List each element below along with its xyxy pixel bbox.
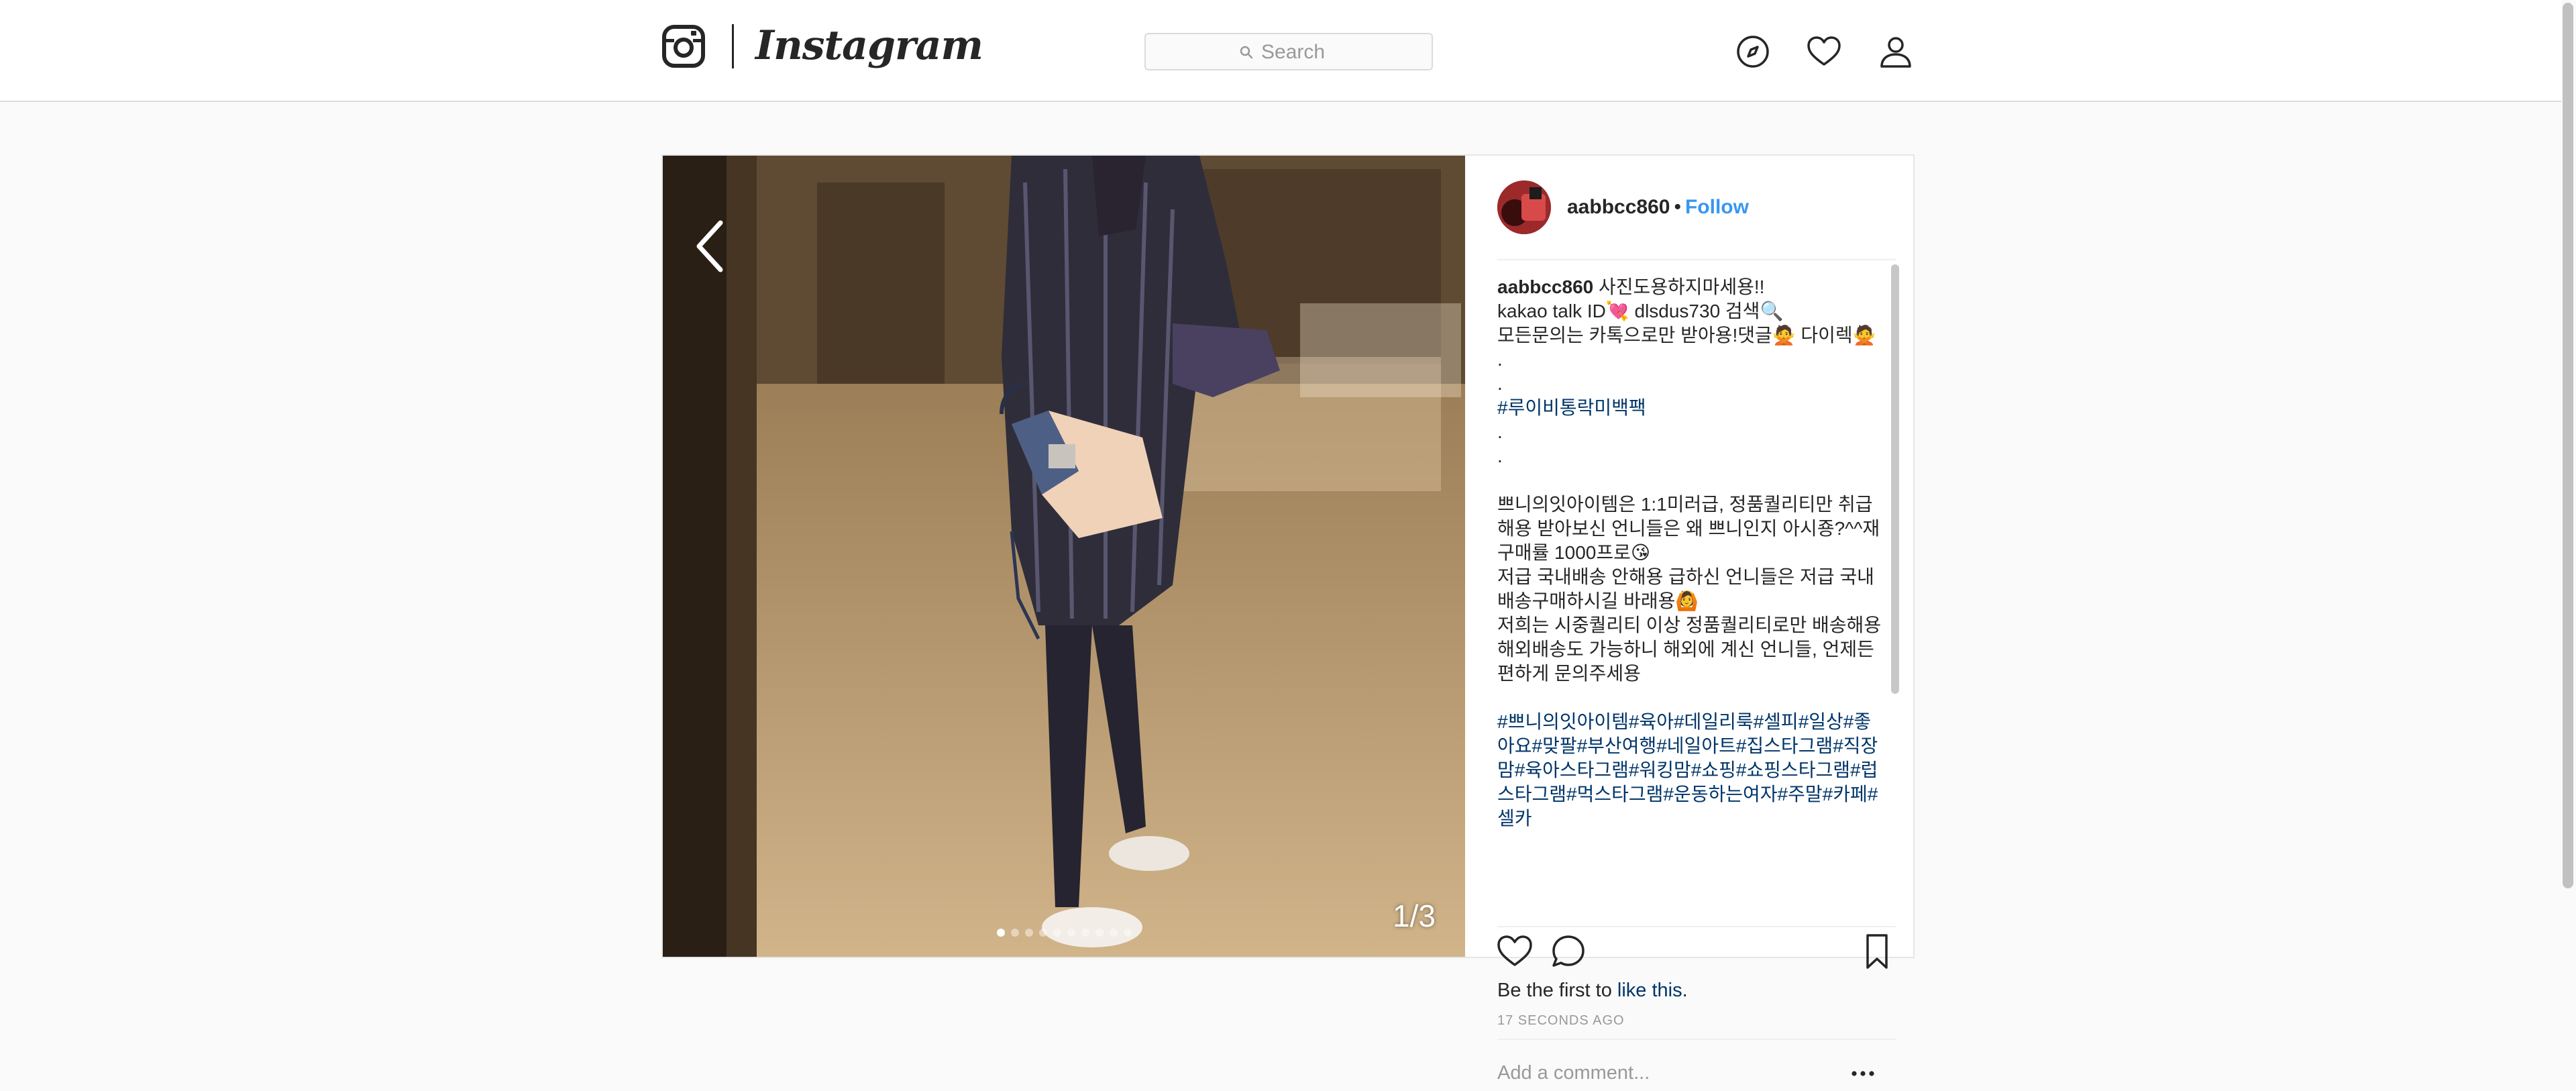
previous-photo-button[interactable]: [690, 216, 730, 276]
pagination-dot: [1038, 929, 1047, 937]
save-button[interactable]: [1857, 931, 1897, 972]
comment-bubble-icon: [1552, 935, 1585, 967]
header-divider: [1497, 259, 1896, 260]
separator-dot: •: [1674, 196, 1681, 218]
caption-line: .: [1497, 421, 1503, 442]
page-scrollbar[interactable]: [2563, 3, 2573, 888]
post-timestamp[interactable]: 17 SECONDS AGO: [1497, 1013, 1625, 1029]
likes-prefix: Be the first to: [1497, 980, 1617, 1001]
likes-summary: Be the first to like this.: [1497, 980, 1688, 1002]
hashtag-link[interactable]: #루이비통락미백팩: [1497, 397, 1646, 418]
chevron-left-icon: [696, 220, 723, 272]
caption-line: 사진도용하지마세용!!: [1593, 276, 1765, 297]
post-sidebar: aabbcc860 • Follow aabbcc860 사진도용하지마세용!! k…: [1465, 156, 1913, 1091]
search-box[interactable]: [1144, 33, 1433, 70]
caption-line: .: [1497, 373, 1503, 394]
likes-suffix: .: [1682, 980, 1688, 1001]
avatar[interactable]: [1497, 180, 1551, 234]
post-username[interactable]: aabbcc860: [1567, 196, 1670, 218]
post-header: aabbcc860 • Follow: [1465, 156, 1913, 259]
pagination-dot: [1053, 929, 1061, 937]
hashtag-list[interactable]: #쁘니의잇아이템#육아#데일리룩#셀피#일상#좋아요#맞팔#부산여행#네일아트#…: [1497, 711, 1878, 829]
post-header-text: aabbcc860 • Follow: [1567, 193, 1749, 222]
logo-divider: [732, 24, 734, 68]
actions-divider: [1497, 926, 1896, 927]
caption-paragraph: 쁘니의잇아이템은 1:1미러급, 정품퀄리티만 취급해용 받아보신 언니들은 왜…: [1497, 494, 1880, 563]
pagination-dot: [1067, 929, 1075, 937]
caption-paragraph: 저급 국내배송 안해용 급하신 언니들은 저급 국내배송구매하시길 바래용🙆: [1497, 566, 1874, 611]
pagination-dot: [996, 929, 1005, 937]
caption-line: 모든문의는 카톡으로만 받아용!댓글🙅 다이렉🙅 .: [1497, 325, 1876, 370]
pagination-dot: [1081, 929, 1089, 937]
caption-text: aabbcc860 사진도용하지마세용!!: [1497, 275, 1882, 299]
search-input[interactable]: [1261, 41, 1395, 64]
compass-icon[interactable]: [1735, 34, 1771, 70]
more-options-button[interactable]: [1846, 1067, 1880, 1080]
comment-divider: [1497, 1039, 1896, 1040]
caption-area: aabbcc860 사진도용하지마세용!! kakao talk ID💘 dls…: [1497, 275, 1882, 919]
add-comment-input[interactable]: [1497, 1055, 1819, 1091]
post-actions: [1495, 931, 1897, 976]
like-button[interactable]: [1495, 931, 1535, 972]
caption-line: kakao talk ID💘 dlsdus730 검색🔍: [1497, 301, 1784, 321]
post-photo[interactable]: 1/3: [663, 156, 1465, 957]
bookmark-icon: [1866, 934, 1888, 969]
pagination-dot: [1010, 929, 1019, 937]
pagination-dot: [1123, 929, 1132, 937]
photo-pagination-dots: [663, 929, 1465, 937]
follow-button[interactable]: Follow: [1685, 196, 1749, 218]
caption-paragraph: 저희는 시중퀄리티 이상 정품퀄리티로만 배송해용 해외배송도 가능하니 해외에…: [1497, 615, 1882, 684]
heart-icon: [1497, 935, 1532, 966]
caption-scrollbar[interactable]: [1891, 264, 1899, 694]
top-navigation-bar: Instagram: [0, 0, 2576, 102]
profile-icon[interactable]: [1878, 34, 1914, 70]
post-card: 1/3 aabbcc860 • Follow aabbcc860 사진도용하지마세용…: [661, 154, 1915, 1091]
ellipsis-icon: [1851, 1071, 1874, 1076]
pagination-dot: [1024, 929, 1033, 937]
caption-username[interactable]: aabbcc860: [1497, 276, 1593, 297]
like-this-link[interactable]: like this: [1617, 980, 1682, 1001]
caption-line: .: [1497, 446, 1503, 466]
pagination-dot: [1095, 929, 1104, 937]
instagram-wordmark[interactable]: Instagram: [755, 19, 983, 72]
mirror-selfie-image: [663, 156, 1465, 957]
heart-icon[interactable]: [1806, 34, 1842, 70]
instagram-camera-logo-icon[interactable]: [661, 24, 706, 68]
search-icon: [1240, 46, 1253, 59]
comment-button[interactable]: [1548, 931, 1589, 972]
pagination-dot: [1109, 929, 1118, 937]
